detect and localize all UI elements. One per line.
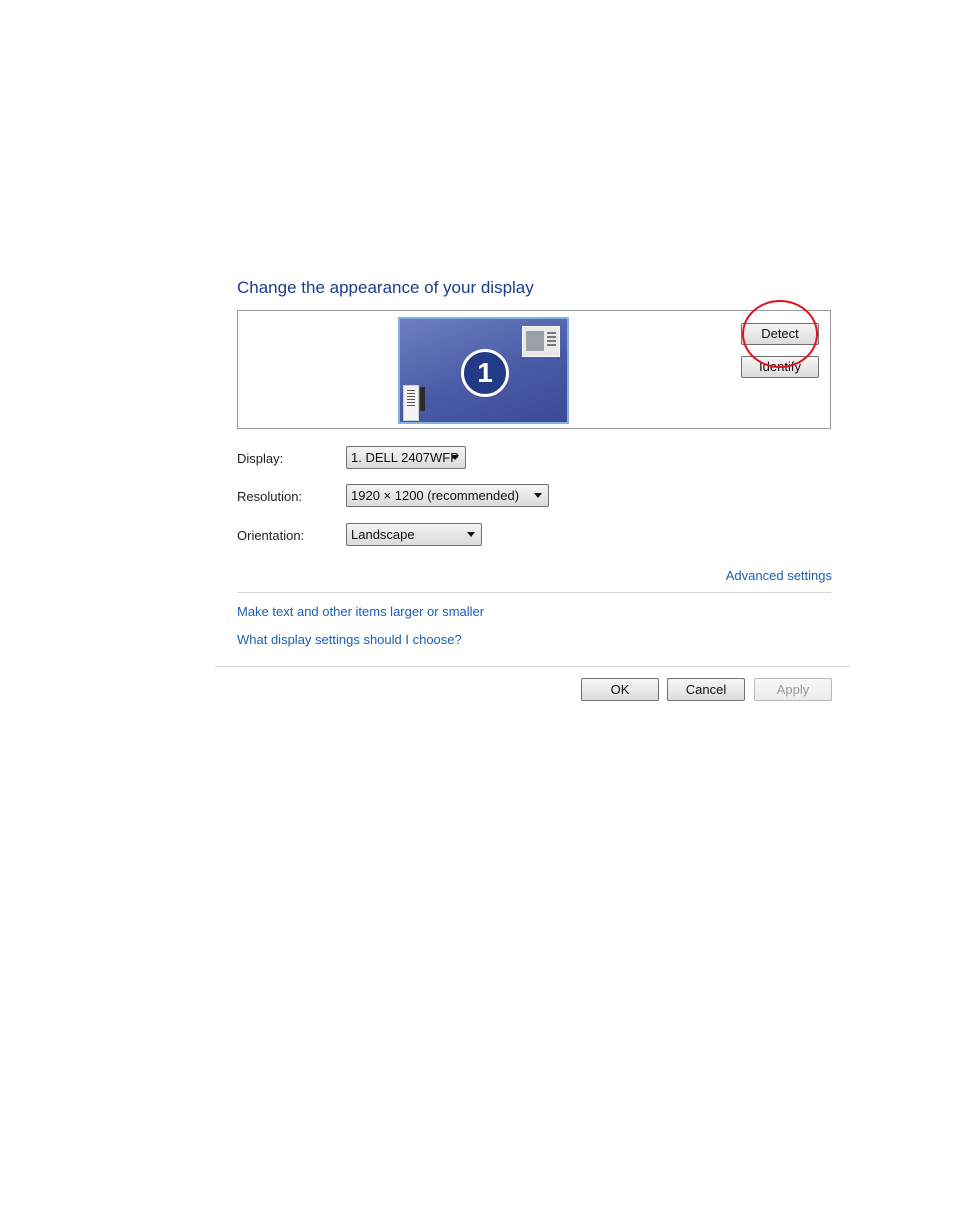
text-size-link[interactable]: Make text and other items larger or smal… <box>237 604 484 619</box>
gadget-bar-icon <box>420 387 425 411</box>
identify-button[interactable]: Identify <box>741 356 819 378</box>
sidebar-thumbnail-icon <box>403 385 419 421</box>
resolution-select[interactable]: 1920 × 1200 (recommended) <box>346 484 549 507</box>
footer-divider <box>215 666 850 667</box>
orientation-select-value: Landscape <box>351 527 415 542</box>
display-select[interactable]: 1. DELL 2407WFP <box>346 446 466 469</box>
monitor-thumbnail-icon[interactable]: 1 <box>398 317 569 424</box>
monitor-number-badge: 1 <box>461 349 509 397</box>
dropdown-arrow-icon <box>467 532 475 537</box>
display-help-link[interactable]: What display settings should I choose? <box>237 632 462 647</box>
resolution-select-value: 1920 × 1200 (recommended) <box>351 488 520 503</box>
cancel-button[interactable]: Cancel <box>667 678 745 701</box>
advanced-settings-link[interactable]: Advanced settings <box>726 568 832 583</box>
resolution-label: Resolution: <box>237 489 303 504</box>
section-divider <box>237 592 831 593</box>
display-label: Display: <box>237 451 284 466</box>
detect-button[interactable]: Detect <box>741 323 819 345</box>
display-preview-panel: 1 Detect Identify <box>237 310 831 429</box>
ok-button[interactable]: OK <box>581 678 659 701</box>
display-select-value: 1. DELL 2407WFP <box>351 450 459 465</box>
apply-button[interactable]: Apply <box>754 678 832 701</box>
orientation-label: Orientation: <box>237 528 305 543</box>
window-thumbnail-icon <box>522 326 560 357</box>
orientation-select[interactable]: Landscape <box>346 523 482 546</box>
page-title: Change the appearance of your display <box>237 278 534 297</box>
dropdown-arrow-icon <box>534 493 542 498</box>
dropdown-arrow-icon <box>451 455 459 460</box>
